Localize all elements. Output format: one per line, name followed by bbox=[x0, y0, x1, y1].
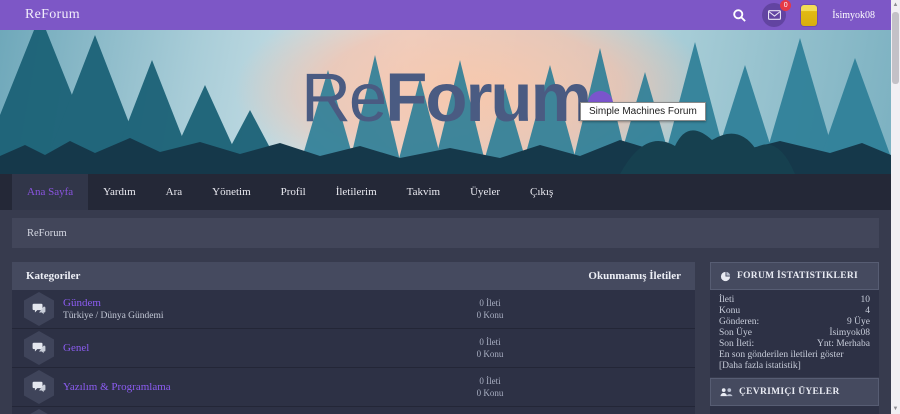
board-icon-hex bbox=[24, 370, 54, 404]
nav-item-help[interactable]: Yardım bbox=[88, 174, 151, 210]
chat-bubbles-icon bbox=[32, 342, 46, 354]
board-posts-count: 0 İleti bbox=[479, 337, 501, 347]
board-info: Gündem Türkiye / Dünya Gündemi bbox=[63, 297, 435, 321]
users-icon bbox=[720, 387, 733, 397]
stat-value: 10 bbox=[860, 295, 871, 305]
board-topics-count: 0 Konu bbox=[476, 310, 504, 320]
pie-chart-icon bbox=[720, 271, 731, 282]
logo-text-bold: Forum bbox=[385, 59, 592, 136]
board-link[interactable]: Yazılım & Programlama bbox=[63, 381, 435, 393]
stat-label: Gönderen: bbox=[719, 317, 760, 327]
forum-stats-header: FORUM İSTATISTIKLERI bbox=[710, 262, 879, 290]
stat-label: Son İleti: bbox=[719, 339, 755, 349]
stat-row: Son Üye İsimyok08 bbox=[719, 328, 870, 339]
nav-item-home[interactable]: Ana Sayfa bbox=[12, 174, 89, 210]
chat-bubbles-icon bbox=[32, 303, 46, 315]
nav-item-calendar[interactable]: Takvim bbox=[392, 174, 455, 210]
board-topics-count: 0 Konu bbox=[476, 349, 504, 359]
search-icon[interactable] bbox=[732, 8, 747, 23]
board-row-partial: 0 İleti bbox=[12, 407, 695, 414]
board-row-genel: Genel 0 İleti 0 Konu bbox=[12, 329, 695, 368]
board-info: Genel bbox=[63, 342, 435, 354]
scrollbar-thumb[interactable] bbox=[892, 12, 899, 84]
board-stats: 0 İleti 0 Konu bbox=[435, 336, 545, 360]
username-link[interactable]: İsimyok08 bbox=[832, 10, 875, 21]
category-panel: Gündem Türkiye / Dünya Gündemi 0 İleti 0… bbox=[12, 290, 695, 414]
nav-item-admin[interactable]: Yönetim bbox=[197, 174, 266, 210]
board-info: Yazılım & Programlama bbox=[63, 381, 435, 393]
board-stats: 0 İleti 0 Konu bbox=[435, 297, 545, 321]
nav-item-messages[interactable]: İletilerim bbox=[321, 174, 392, 210]
stat-value[interactable]: Ynt: Merhaba bbox=[817, 339, 870, 350]
stat-value: 9 Üye bbox=[847, 317, 870, 327]
board-row-yazilim: Yazılım & Programlama 0 İleti 0 Konu bbox=[12, 368, 695, 407]
board-icon-hex bbox=[24, 409, 54, 414]
scroll-down-arrow[interactable]: ▼ bbox=[891, 404, 900, 414]
online-users-header: ÇEVRIMIÇI ÜYELER bbox=[710, 378, 879, 406]
recent-posts-link[interactable]: En son gönderilen iletileri göster bbox=[719, 350, 870, 361]
board-icon-hex bbox=[24, 331, 54, 365]
topbar-actions: 0 İsimyok08 bbox=[732, 0, 875, 27]
avatar[interactable] bbox=[801, 4, 818, 26]
logo-tooltip: Simple Machines Forum bbox=[580, 102, 706, 121]
stat-value: 4 bbox=[865, 306, 870, 316]
hero-banner: ReForum Simple Machines Forum bbox=[0, 30, 891, 174]
forum-stats-panel: İleti 10 Konu 4 Gönderen: 9 Üye Son Üye … bbox=[710, 290, 879, 377]
page-scrollbar[interactable]: ▲ ▼ bbox=[891, 0, 900, 414]
nav-item-profile[interactable]: Profil bbox=[266, 174, 321, 210]
messages-badge: 0 bbox=[780, 0, 792, 11]
board-icon-hex bbox=[24, 292, 54, 326]
unread-posts-link[interactable]: Okunmamış İletiler bbox=[588, 270, 681, 282]
logo-text-light: Re bbox=[301, 59, 387, 136]
board-row-gundem: Gündem Türkiye / Dünya Gündemi 0 İleti 0… bbox=[12, 290, 695, 329]
categories-title: Kategoriler bbox=[26, 270, 81, 282]
site-title-link[interactable]: ReForum bbox=[25, 7, 80, 23]
stat-label: İleti bbox=[719, 295, 735, 305]
board-link[interactable]: Gündem bbox=[63, 297, 435, 309]
stat-row: Gönderen: 9 Üye bbox=[719, 317, 870, 328]
topbar: ReForum 0 İsimyok08 bbox=[0, 0, 891, 30]
board-topics-count: 0 Konu bbox=[476, 388, 504, 398]
board-posts-count: 0 İleti bbox=[479, 376, 501, 386]
chat-bubbles-icon bbox=[32, 381, 46, 393]
board-link[interactable]: Genel bbox=[63, 342, 435, 354]
breadcrumb: ReForum bbox=[12, 218, 879, 248]
board-posts-count: 0 İleti bbox=[479, 298, 501, 308]
stat-row: Konu 4 bbox=[719, 306, 870, 317]
category-header-bar: Kategoriler Okunmamış İletiler bbox=[12, 262, 695, 290]
mail-icon bbox=[767, 10, 781, 20]
scroll-up-arrow[interactable]: ▲ bbox=[891, 0, 900, 10]
more-stats-link[interactable]: [Daha fazla istatistik] bbox=[719, 361, 870, 372]
main-nav: Ana Sayfa Yardım Ara Yönetim Profil İlet… bbox=[0, 174, 891, 210]
nav-item-logout[interactable]: Çıkış bbox=[515, 174, 568, 210]
stat-row: Son İleti: Ynt: Merhaba bbox=[719, 339, 870, 350]
stat-label: Konu bbox=[719, 306, 741, 316]
board-description: Türkiye / Dünya Gündemi bbox=[63, 311, 164, 321]
online-users-title: ÇEVRIMIÇI ÜYELER bbox=[739, 387, 840, 397]
stat-value[interactable]: İsimyok08 bbox=[829, 328, 870, 339]
nav-item-search[interactable]: Ara bbox=[151, 174, 198, 210]
stat-label: Son Üye bbox=[719, 328, 752, 338]
forum-stats-title: FORUM İSTATISTIKLERI bbox=[737, 271, 858, 281]
breadcrumb-link-home[interactable]: ReForum bbox=[27, 228, 67, 239]
stat-row: İleti 10 bbox=[719, 295, 870, 306]
messages-button[interactable]: 0 bbox=[762, 0, 792, 27]
online-users-panel bbox=[710, 406, 879, 414]
board-stats: 0 İleti 0 Konu bbox=[435, 375, 545, 399]
nav-item-members[interactable]: Üyeler bbox=[455, 174, 515, 210]
forum-logo: ReForum bbox=[0, 63, 891, 132]
